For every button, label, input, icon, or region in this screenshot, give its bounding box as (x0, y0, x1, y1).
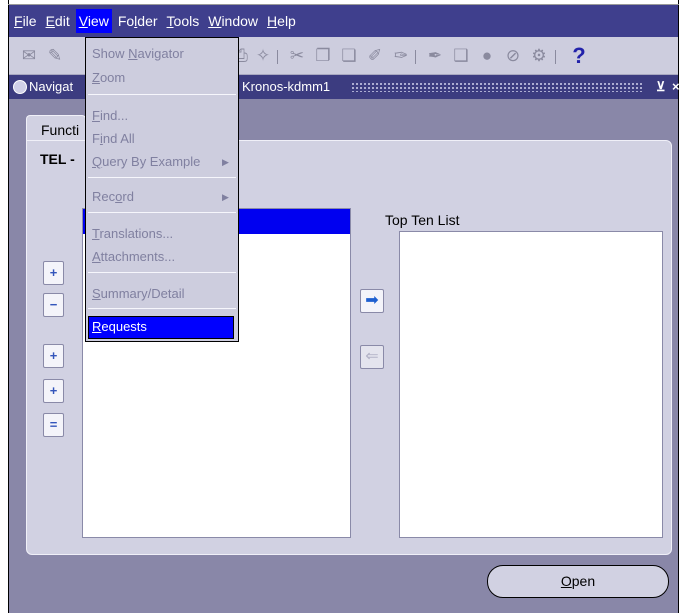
menu-separator (88, 308, 236, 309)
toolbar-separator (277, 50, 278, 64)
copy-icon[interactable]: ❐ (313, 46, 333, 66)
minimize-icon[interactable]: ⊻ (656, 75, 666, 99)
translations-icon[interactable]: ⚙ (529, 46, 549, 66)
menu-item-requests[interactable]: Requests (92, 319, 147, 334)
expand-branch-button[interactable]: + (43, 344, 64, 368)
menu-item-record[interactable]: Record (92, 189, 134, 204)
tab-functions[interactable]: Functi (26, 115, 86, 141)
menu-bar: File Edit View Folder Tools Window Help (9, 5, 678, 37)
menu-separator (88, 94, 236, 95)
menu-item-attachments[interactable]: Attachments... (92, 249, 175, 264)
paste-icon[interactable]: ✧ (253, 46, 273, 66)
menu-separator (88, 177, 236, 178)
navigator-title-left: Navigat (29, 79, 74, 94)
menu-file[interactable]: File (11, 9, 40, 33)
menu-item-find-all[interactable]: Find All (92, 131, 135, 146)
tab-functions-label: Functi (41, 122, 80, 138)
navigator-title-right: Kronos-kdmm1 (242, 79, 331, 94)
help-icon[interactable]: ? (569, 45, 589, 67)
expand-button[interactable]: + (43, 261, 64, 285)
view-dropdown-menu: Show Navigator Zoom Find... Find All Que… (85, 37, 239, 342)
attachments-icon[interactable]: ● (477, 46, 497, 66)
edit-icon[interactable]: ✑ (391, 46, 411, 66)
menu-separator (88, 212, 236, 213)
cut-icon[interactable]: ✂ (287, 46, 307, 66)
collapse-all-icon: = (49, 417, 58, 432)
delete-icon[interactable]: ✐ (365, 46, 385, 66)
toolbar-separator (555, 50, 556, 64)
navigator-window-icon (13, 80, 27, 94)
menu-window[interactable]: Window (205, 9, 261, 33)
plus-icon: + (49, 265, 58, 280)
arrow-left-icon: ⇐ (365, 348, 379, 365)
menu-item-find[interactable]: Find... (92, 108, 128, 123)
add-to-top-ten-button[interactable]: ➡ (360, 289, 384, 313)
collapse-button[interactable]: − (43, 293, 64, 317)
responsibility-title: TEL - (40, 151, 75, 167)
menu-edit[interactable]: Edit (43, 9, 73, 33)
title-bar-pattern (351, 82, 643, 92)
top-ten-list[interactable] (399, 231, 663, 538)
zoom-icon[interactable]: ❑ (451, 46, 471, 66)
clear-icon[interactable]: ❏ (339, 46, 359, 66)
expand-all-button[interactable]: + (43, 379, 64, 403)
new-icon[interactable]: ✉ (19, 46, 39, 66)
menu-tools[interactable]: Tools (164, 9, 203, 33)
menu-item-query-by-example[interactable]: Query By Example (92, 154, 200, 169)
top-ten-list-label: Top Ten List (385, 212, 460, 228)
toolbar-separator (415, 50, 416, 64)
menu-help[interactable]: Help (264, 9, 299, 33)
menu-view[interactable]: View (75, 9, 112, 33)
remove-from-top-ten-button[interactable]: ⇐ (360, 345, 384, 369)
submenu-arrow-icon: ▶ (222, 192, 229, 202)
expand-all-icon: + (49, 383, 58, 398)
menu-item-zoom[interactable]: Zoom (92, 70, 125, 85)
menu-item-show-navigator[interactable]: Show Navigator (92, 46, 184, 61)
close-icon[interactable]: × (672, 75, 680, 99)
menu-item-translations[interactable]: Translations... (92, 226, 173, 241)
menu-separator (88, 272, 236, 273)
find-icon[interactable]: ✎ (45, 46, 65, 66)
menu-folder[interactable]: Folder (115, 9, 161, 33)
expand-branch-icon: + (49, 348, 58, 363)
folder-icon[interactable]: ✒ (425, 46, 445, 66)
collapse-all-button[interactable]: = (43, 413, 64, 437)
submenu-arrow-icon: ▶ (222, 157, 229, 167)
menu-item-summary-detail[interactable]: Summary/Detail (92, 286, 184, 301)
arrow-right-icon: ➡ (365, 292, 379, 309)
open-button[interactable]: Open (487, 565, 669, 598)
minus-icon: − (49, 297, 58, 312)
paperclip-icon[interactable]: ⊘ (503, 46, 523, 66)
